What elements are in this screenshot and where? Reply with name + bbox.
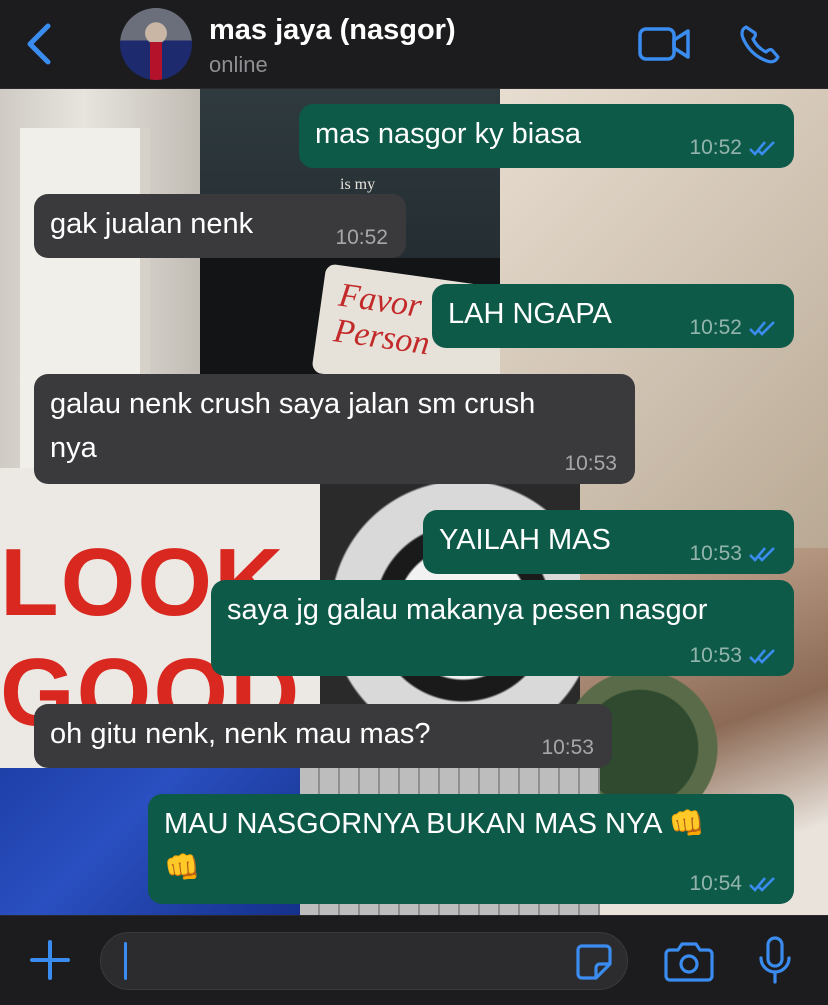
message-meta: 10:52 [335, 226, 388, 250]
message-text: saya jg galau makanya pesen nasgor [227, 594, 708, 626]
message-time: 10:52 [689, 316, 742, 339]
message-text: galau nenk crush saya jalan sm crush nya [50, 388, 536, 464]
plus-icon [30, 940, 70, 980]
microphone-icon [759, 936, 791, 984]
message-text: MAU NASGORNYA BUKAN MAS NYA 👊 👊 [164, 808, 706, 884]
phone-icon [740, 25, 780, 64]
video-call-button[interactable] [638, 26, 690, 62]
read-ticks-icon [749, 547, 775, 562]
message-bubble-outgoing[interactable]: saya jg galau makanya pesen nasgor 10:53 [211, 580, 794, 676]
message-time: 10:54 [689, 872, 742, 895]
wallpaper-tag-text: Favor Person [331, 276, 432, 363]
voice-call-button[interactable] [738, 24, 782, 64]
message-bubble-outgoing[interactable]: mas nasgor ky biasa 10:52 [299, 104, 794, 168]
camera-button[interactable] [664, 940, 714, 982]
contact-avatar[interactable] [120, 8, 192, 80]
contact-status: online [209, 52, 268, 77]
message-bubble-outgoing[interactable]: YAILAH MAS 10:53 [423, 510, 794, 574]
contact-name[interactable]: mas jaya (nasgor) [209, 14, 456, 47]
text-cursor [124, 942, 127, 980]
chat-header: mas jaya (nasgor) online [0, 0, 828, 89]
message-meta: 10:52 [689, 316, 778, 340]
message-meta: 10:53 [689, 542, 778, 566]
attach-button[interactable] [28, 938, 72, 982]
message-bubble-incoming[interactable]: oh gitu nenk, nenk mau mas? 10:53 [34, 704, 612, 768]
sticker-icon [576, 944, 612, 980]
read-ticks-icon [749, 321, 775, 336]
message-time: 10:53 [541, 736, 594, 759]
sticker-button[interactable] [576, 944, 612, 980]
read-ticks-icon [749, 877, 775, 892]
message-input-bar [0, 915, 828, 1005]
message-meta: 10:53 [689, 644, 778, 668]
read-ticks-icon [749, 141, 775, 156]
wallpaper-shirt-text: is my [340, 176, 376, 193]
message-bubble-outgoing[interactable]: MAU NASGORNYA BUKAN MAS NYA 👊 👊 10:54 [148, 794, 794, 904]
message-text: oh gitu nenk, nenk mau mas? [50, 718, 431, 750]
message-time: 10:53 [689, 644, 742, 667]
message-meta: 10:53 [564, 452, 617, 476]
avatar-jersey [150, 42, 162, 80]
message-meta: 10:52 [689, 136, 778, 160]
message-time: 10:52 [335, 226, 388, 249]
message-input[interactable] [100, 932, 628, 990]
read-ticks-icon [749, 649, 775, 664]
message-bubble-incoming[interactable]: gak jualan nenk 10:52 [34, 194, 406, 258]
chevron-left-icon [27, 23, 51, 65]
video-camera-icon [638, 27, 690, 61]
message-time: 10:52 [689, 136, 742, 159]
message-bubble-outgoing[interactable]: LAH NGAPA 10:52 [432, 284, 794, 348]
message-time: 10:53 [564, 452, 617, 475]
back-button[interactable] [22, 22, 58, 66]
camera-icon [664, 942, 714, 982]
message-time: 10:53 [689, 542, 742, 565]
microphone-button[interactable] [758, 936, 792, 986]
chat-area[interactable]: is my Favor Person LOOK GOOD mas nasgor … [0, 88, 828, 915]
message-meta: 10:54 [689, 872, 778, 896]
message-meta: 10:53 [541, 736, 594, 760]
message-bubble-incoming[interactable]: galau nenk crush saya jalan sm crush nya… [34, 374, 635, 484]
